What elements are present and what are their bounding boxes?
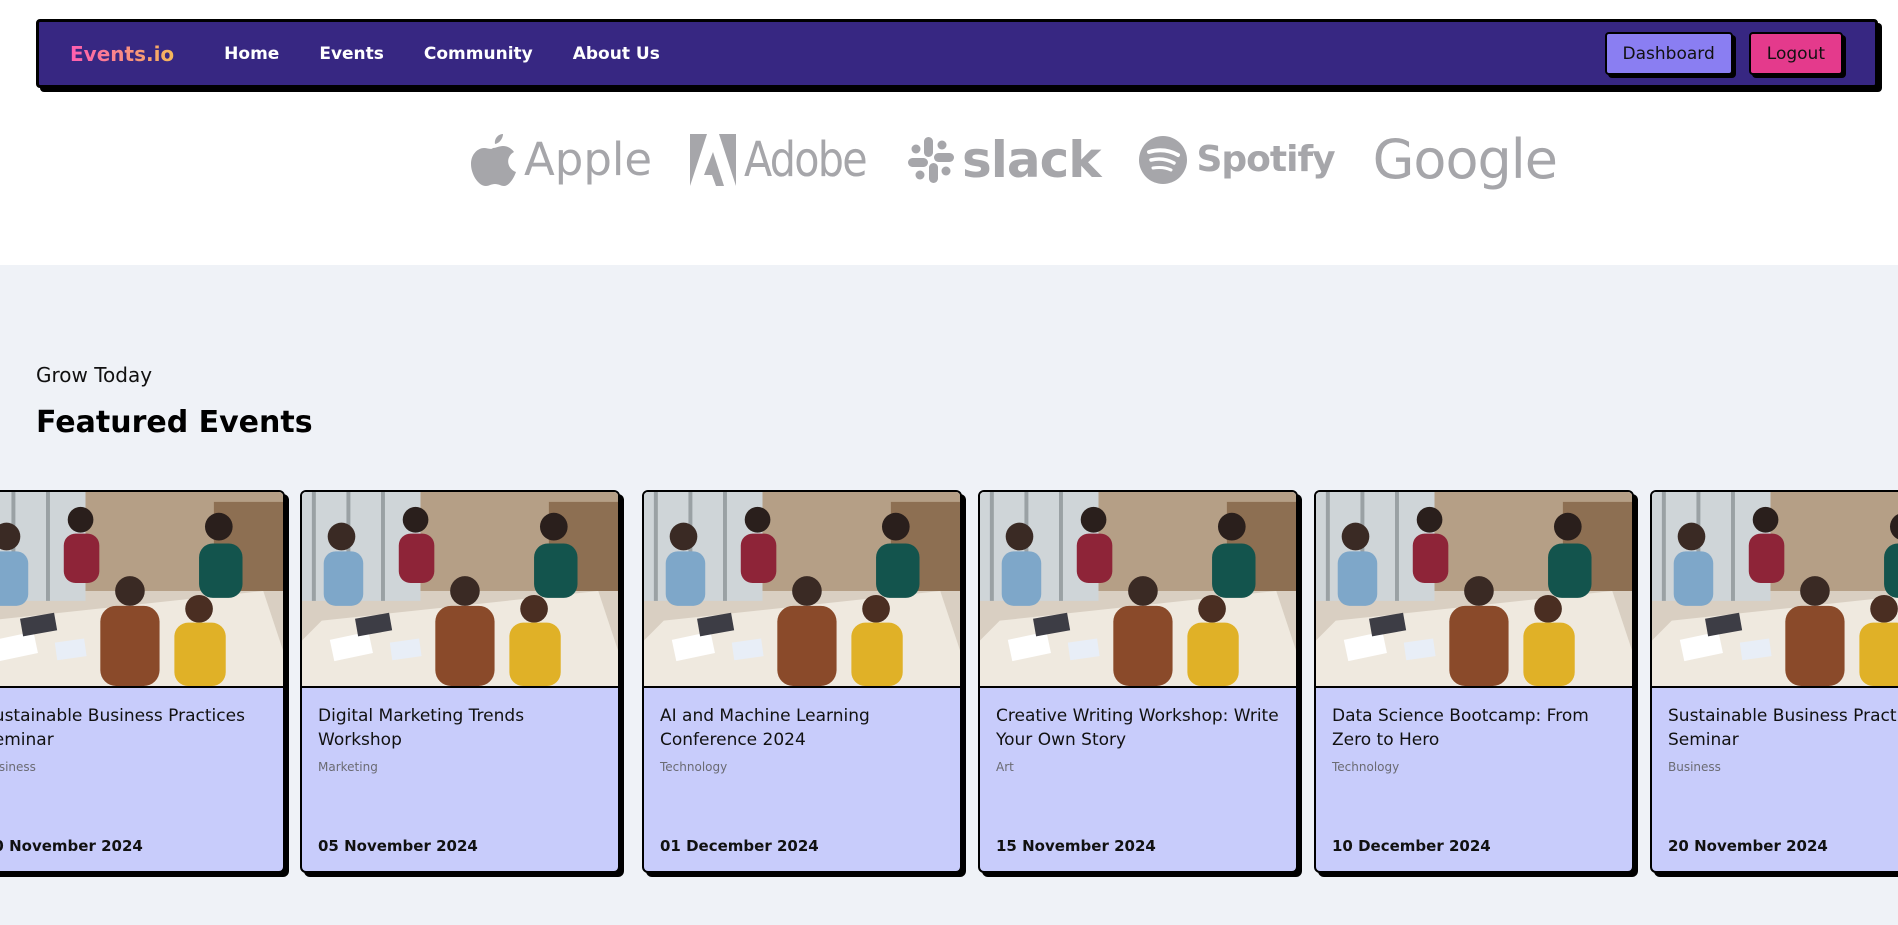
spotify-logo-text: Spotify <box>1196 139 1335 180</box>
nav-link-home[interactable]: Home <box>224 44 279 64</box>
event-date: 20 November 2024 <box>0 837 143 855</box>
event-image <box>0 492 283 688</box>
section-eyebrow: Grow Today <box>36 363 153 387</box>
adobe-icon <box>690 133 737 186</box>
google-logo-text: Google <box>1372 128 1558 191</box>
event-card[interactable]: Sustainable Business Practices Seminar B… <box>0 490 285 873</box>
apple-logo-text: Apple <box>524 133 653 186</box>
event-image <box>302 492 618 688</box>
top-navbar: Events.io Home Events Community About Us… <box>36 19 1878 88</box>
event-image <box>980 492 1296 688</box>
event-image <box>1652 492 1898 688</box>
event-date: 20 November 2024 <box>1668 837 1828 855</box>
event-title: Sustainable Business Practices Seminar <box>1668 706 1898 750</box>
section-heading: Featured Events <box>36 405 313 440</box>
event-card[interactable]: Creative Writing Workshop: Write Your Ow… <box>978 490 1298 873</box>
apple-logo: Apple <box>470 132 652 188</box>
nav-link-events[interactable]: Events <box>319 44 384 64</box>
spotify-icon <box>1139 135 1188 184</box>
event-image <box>644 492 960 688</box>
nav-link-about-us[interactable]: About Us <box>573 44 660 64</box>
event-card[interactable]: Digital Marketing Trends Workshop Market… <box>300 490 620 873</box>
slack-logo: slack <box>907 130 1102 189</box>
event-title: Digital Marketing Trends Workshop <box>318 706 525 750</box>
event-title: AI and Machine Learning Conference 2024 <box>660 706 870 750</box>
nav-actions: Dashboard Logout <box>1604 32 1843 75</box>
event-image <box>1316 492 1632 688</box>
event-date: 05 November 2024 <box>318 837 478 855</box>
event-category: Technology <box>1332 760 1400 774</box>
nav-link-community[interactable]: Community <box>424 44 533 64</box>
adobe-logo-text: Adobe <box>744 131 868 188</box>
dashboard-button[interactable]: Dashboard <box>1604 32 1733 75</box>
event-category: Business <box>1668 760 1721 774</box>
event-title: Creative Writing Workshop: Write Your Ow… <box>996 706 1279 750</box>
events-carousel[interactable]: Sustainable Business Practices Seminar B… <box>0 490 1898 890</box>
slack-logo-text: slack <box>961 130 1102 189</box>
featured-events-section: Grow Today Featured Events Sustainable B… <box>0 265 1898 925</box>
slack-icon <box>907 136 954 183</box>
event-card[interactable]: Sustainable Business Practices Seminar B… <box>1650 490 1898 873</box>
adobe-logo: Adobe <box>690 132 870 188</box>
nav-links: Home Events Community About Us <box>224 44 700 64</box>
event-category: Business <box>0 760 36 774</box>
event-card[interactable]: Data Science Bootcamp: From Zero to Hero… <box>1314 490 1634 873</box>
spotify-logo: Spotify <box>1138 135 1336 185</box>
apple-icon <box>471 133 516 186</box>
event-category: Marketing <box>318 760 378 774</box>
brand-logo[interactable]: Events.io <box>70 42 174 66</box>
google-logo: Google <box>1372 128 1558 191</box>
event-title: Sustainable Business Practices Seminar <box>0 706 245 750</box>
event-date: 01 December 2024 <box>660 837 819 855</box>
event-date: 15 November 2024 <box>996 837 1156 855</box>
logout-button[interactable]: Logout <box>1748 32 1843 75</box>
event-date: 10 December 2024 <box>1332 837 1491 855</box>
partner-logos: Apple Adobe slack Spotify Google <box>470 128 1558 191</box>
event-category: Technology <box>660 760 728 774</box>
event-card[interactable]: AI and Machine Learning Conference 2024 … <box>642 490 962 873</box>
event-category: Art <box>996 760 1014 774</box>
event-title: Data Science Bootcamp: From Zero to Hero <box>1332 706 1589 750</box>
